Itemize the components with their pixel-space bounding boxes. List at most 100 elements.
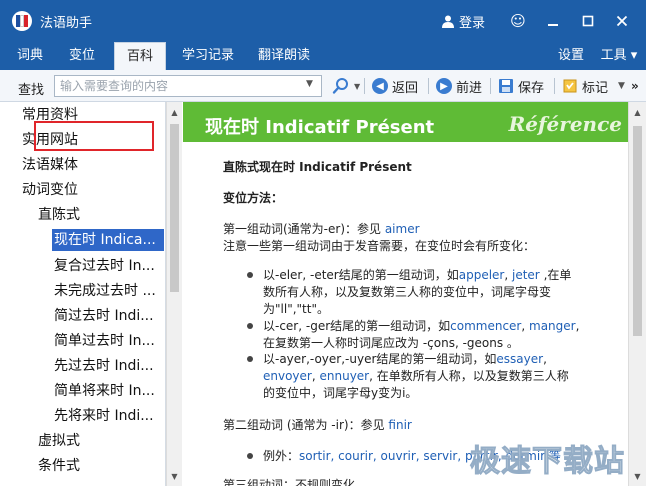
search-label: 查找 xyxy=(18,83,45,98)
link-finir[interactable]: finir xyxy=(388,418,411,432)
method-label: 变位方法： xyxy=(223,191,284,205)
bullet1-line3: 为"ll","tt"。 xyxy=(263,302,329,316)
scrollbar-thumb[interactable] xyxy=(170,124,179,292)
tree-item-conditional[interactable]: 条件式 xyxy=(38,455,80,477)
save-icon xyxy=(499,79,513,93)
bullet3-text: 以-ayer,-oyer,-uyer结尾的第一组动词，如 xyxy=(263,352,497,366)
example-label: 例外： xyxy=(263,449,300,463)
toolbar: 查找 ▼ ▼ ◀ 返回 ▶ 前进 保存 标记 ▼ » xyxy=(0,70,646,102)
toolbar-separator xyxy=(428,78,429,94)
tree-item-passe-compose[interactable]: 复合过去时 In... xyxy=(54,255,164,277)
bullet1-line2: 数所有人称，以及复数第三人称的变位中，词尾字母变 xyxy=(263,285,552,299)
link-manger[interactable]: manger xyxy=(529,319,576,333)
section-heading: 直陈式现在时 Indicatif Présent xyxy=(223,160,412,174)
minimize-icon[interactable] xyxy=(543,11,563,31)
link-jeter[interactable]: jeter xyxy=(512,268,540,282)
link-aimer[interactable]: aimer xyxy=(385,222,420,236)
watermark: 极速下载站 xyxy=(470,444,625,480)
title-bar: 法语助手 登录 ☺ xyxy=(0,0,646,42)
bullet2-line1: 以-cer, -ger结尾的第一组动词，如commencer, manger, xyxy=(263,317,579,334)
bullet2-sep: , xyxy=(521,319,530,333)
mark-label: 标记 xyxy=(582,80,609,96)
tree-item-passe-simple[interactable]: 简过去时 Indi... xyxy=(54,305,164,327)
search-button[interactable]: ▼ xyxy=(332,76,360,96)
arrow-right-icon: ▶ xyxy=(436,78,452,94)
bullet3-text2: , 在单数所有人称，以及复数第三人称 xyxy=(369,369,569,383)
tree-item-french-media[interactable]: 法语媒体 xyxy=(22,154,78,176)
link-appeler[interactable]: appeler xyxy=(459,268,505,282)
user-icon xyxy=(442,15,454,28)
tab-dictionary[interactable]: 词典 xyxy=(10,42,50,70)
content-header: 现在时 Indicatif Présent Référence xyxy=(183,102,628,142)
tab-study-records[interactable]: 学习记录 xyxy=(176,42,240,70)
menu-bar: 词典 变位 百科 学习记录 翻译朗读 设置 工具 ▾ xyxy=(0,42,646,70)
tree-item-futur-simple[interactable]: 简单将来时 In... xyxy=(54,380,164,402)
group2-text: 第二组动词 (通常为 -ir)：参见 xyxy=(223,418,389,432)
close-icon[interactable] xyxy=(612,11,632,31)
mark-dropdown-icon[interactable]: ▼ xyxy=(618,76,625,96)
chevron-down-icon[interactable]: ▼ xyxy=(306,79,313,89)
scroll-down-icon[interactable]: ▼ xyxy=(167,468,182,484)
login-button[interactable]: 登录 xyxy=(442,11,485,31)
bullet1-post: ,在单 xyxy=(539,268,572,282)
tree-item-passe-anterieur[interactable]: 先过去时 Indi... xyxy=(54,355,164,377)
bookmark-icon xyxy=(563,79,577,93)
tree-item-subjunctive[interactable]: 虚拟式 xyxy=(38,430,80,452)
scroll-up-icon[interactable]: ▲ xyxy=(629,104,646,120)
forward-label: 前进 xyxy=(456,80,483,96)
mark-button[interactable]: 标记 xyxy=(562,76,608,96)
arrow-left-icon: ◀ xyxy=(372,78,388,94)
bullet-dot xyxy=(247,272,253,278)
link-essayer[interactable]: essayer xyxy=(496,352,543,366)
tab-encyclopedia[interactable]: 百科 xyxy=(114,42,166,70)
tree-item-futur-anterieur[interactable]: 先将来时 Indi... xyxy=(54,405,164,427)
header-title: 现在时 Indicatif Présent xyxy=(205,117,435,138)
tree-item-verb-conjugation[interactable]: 动词变位 xyxy=(22,179,78,201)
group1-line: 第一组动词(通常为-er)：参见 aimer xyxy=(223,220,420,237)
forward-button[interactable]: ▶ 前进 xyxy=(436,76,482,96)
search-dropdown-icon[interactable]: ▼ xyxy=(354,82,360,91)
tab-translate-read[interactable]: 翻译朗读 xyxy=(252,42,316,70)
smiley-icon[interactable]: ☺ xyxy=(508,11,528,31)
sidebar-scrollbar[interactable]: ▲ ▼ xyxy=(166,102,182,486)
link-envoyer[interactable]: envoyer xyxy=(263,369,312,383)
bullet3-line2: envoyer, ennuyer, 在单数所有人称，以及复数第三人称 xyxy=(263,367,569,384)
save-button[interactable]: 保存 xyxy=(498,76,544,96)
bullet1-line1: 以-eler, -eter结尾的第一组动词，如appeler, jeter ,在… xyxy=(263,266,571,283)
tree-item-present-tense[interactable]: 现在时 Indica... xyxy=(52,229,164,251)
bullet2-line2: 在复数第一人称时词尾应改为 -çons, -geons 。 xyxy=(263,336,519,350)
group1-text: 第一组动词(通常为-er)：参见 xyxy=(223,222,385,236)
scrollbar-thumb[interactable] xyxy=(633,126,642,336)
bullet3-post: , xyxy=(543,352,547,366)
highlight-box xyxy=(34,121,154,151)
bullet-dot xyxy=(247,356,253,362)
link-commencer[interactable]: commencer xyxy=(450,319,521,333)
tab-conjugation[interactable]: 变位 xyxy=(62,42,102,70)
search-input[interactable] xyxy=(54,75,322,97)
search-icon xyxy=(332,78,348,94)
content-scrollbar[interactable]: ▲ ▼ xyxy=(628,102,646,486)
toolbar-separator xyxy=(490,78,491,94)
bullet3-line1: 以-ayer,-oyer,-uyer结尾的第一组动词，如essayer, xyxy=(263,350,547,367)
tools-menu[interactable]: 工具 ▾ xyxy=(596,42,642,70)
bullet1-text: 以-eler, -eter结尾的第一组动词，如 xyxy=(263,268,459,282)
note-text: 注意一些第一组动词由于发音需要，在变位时会有所变化： xyxy=(223,239,536,253)
header-reference: Référence xyxy=(508,112,622,136)
overflow-chevron-icon[interactable]: » xyxy=(631,76,639,96)
link-ennuyer[interactable]: ennuyer xyxy=(320,369,370,383)
bullet2-text: 以-cer, -ger结尾的第一组动词，如 xyxy=(263,319,451,333)
toolbar-separator xyxy=(554,78,555,94)
scroll-up-icon[interactable]: ▲ xyxy=(167,104,182,120)
bullet-dot xyxy=(247,453,253,459)
settings-menu[interactable]: 设置 xyxy=(554,42,588,70)
tree-item-simple-past[interactable]: 简单过去时 In... xyxy=(54,330,164,352)
scroll-down-icon[interactable]: ▼ xyxy=(629,468,646,484)
tree-item-imparfait[interactable]: 未完成过去时 ... xyxy=(54,280,164,302)
maximize-icon[interactable] xyxy=(578,11,598,31)
tree-item-indicative[interactable]: 直陈式 xyxy=(38,204,80,226)
content-pane: 现在时 Indicatif Présent Référence 直陈式现在时 I… xyxy=(183,102,628,486)
toolbar-separator xyxy=(364,78,365,94)
bullet1-sep: , xyxy=(504,268,512,282)
app-title: 法语助手 xyxy=(40,16,93,31)
back-button[interactable]: ◀ 返回 xyxy=(372,76,418,96)
